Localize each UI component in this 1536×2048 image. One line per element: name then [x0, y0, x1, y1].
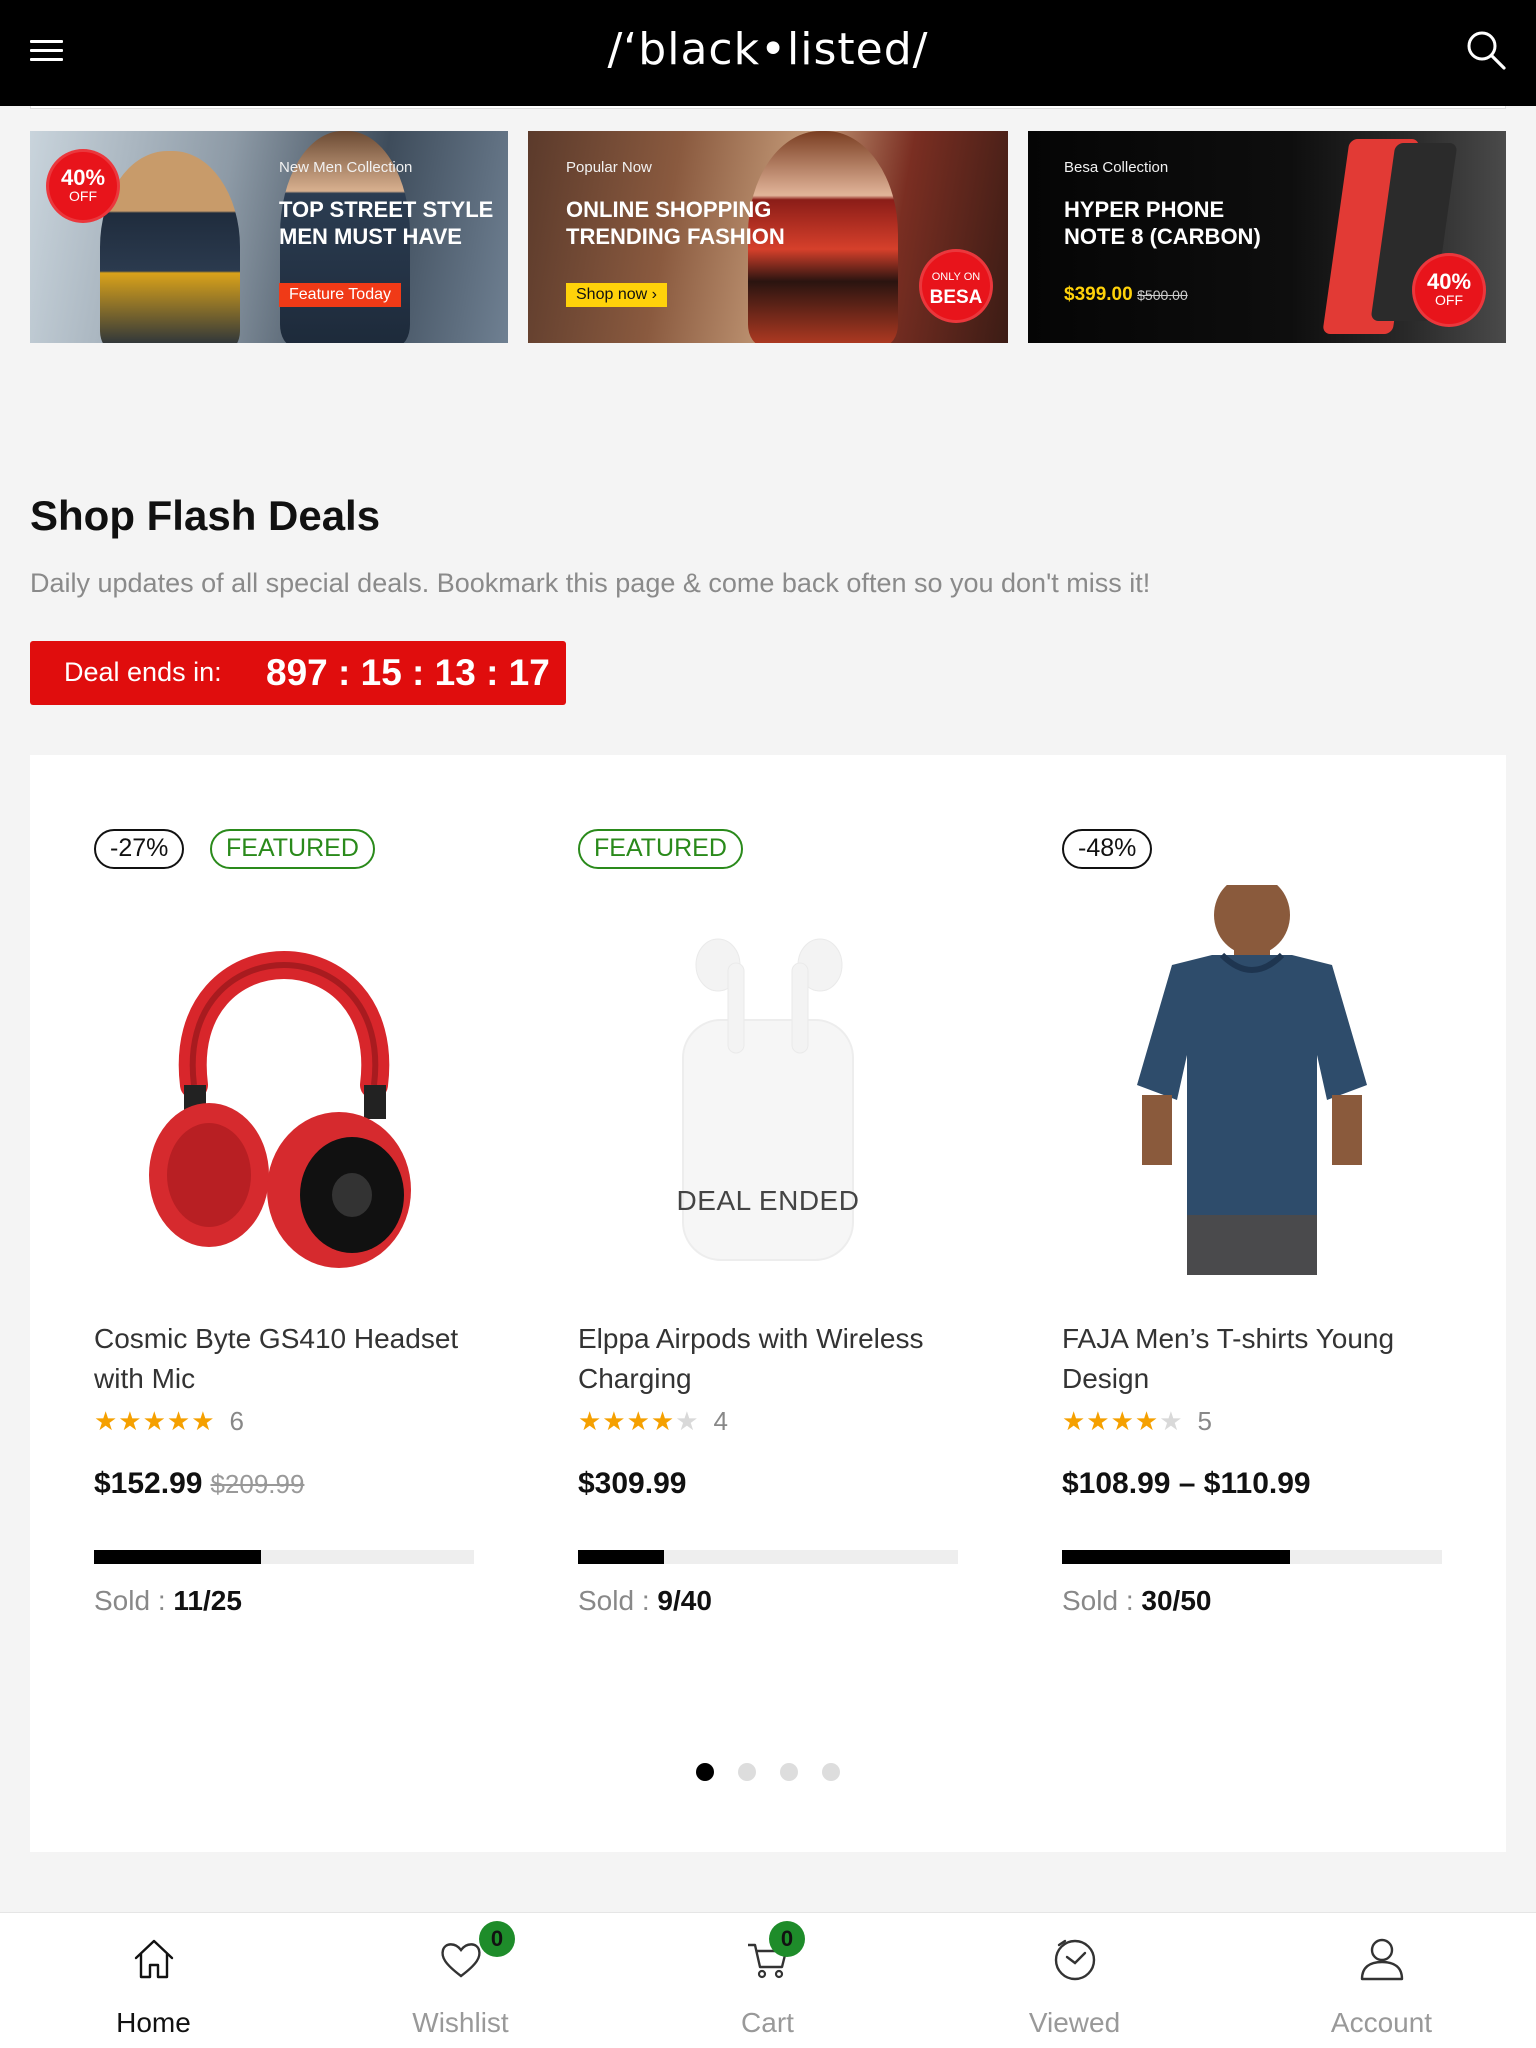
carousel-pagination [30, 1763, 1506, 1786]
banner-pretitle: Popular Now [566, 159, 652, 176]
banner-trending-fashion[interactable]: Popular Now ONLINE SHOPPING TRENDING FAS… [528, 131, 1008, 343]
nav-label: Home [116, 2007, 191, 2038]
nav-home[interactable]: Home [0, 1913, 307, 2048]
review-count: 6 [229, 1406, 245, 1436]
rating-stars: ★★★★★ 6 [94, 1406, 244, 1437]
banner-men-collection[interactable]: 40% OFF New Men Collection TOP STREET STY… [30, 131, 508, 343]
discount-badge: -48% [1062, 829, 1153, 869]
discount-circle: 40% OFF [1412, 253, 1486, 327]
banner-pretitle: New Men Collection [279, 159, 413, 176]
home-icon [126, 1931, 182, 1987]
cart-count-badge: 0 [769, 1921, 805, 1957]
section-title: Shop Flash Deals [30, 492, 381, 539]
sold-progress-bar [1062, 1550, 1442, 1564]
deal-ended-overlay: DEAL ENDED [676, 1185, 860, 1216]
sold-progress-fill [94, 1550, 262, 1564]
review-count: 4 [713, 1406, 729, 1436]
banner-price: $399.00 $500.00 [1064, 284, 1188, 305]
banner-heading-line1: ONLINE SHOPPING [566, 197, 772, 222]
site-logo[interactable]: /‘black•listed/ [0, 24, 1536, 75]
star-icon: ★★★★ [578, 1406, 676, 1436]
product-price: $152.99 $209.99 [94, 1467, 305, 1500]
banner-pretitle: Besa Collection [1064, 159, 1169, 176]
review-count: 5 [1197, 1406, 1213, 1436]
flash-deals-carousel: -27% FEATURED Cosmic Byte GS410 Headset … [30, 755, 1506, 1852]
discount-circle: 40% OFF [46, 149, 120, 223]
product-price: $309.99 [578, 1467, 687, 1500]
user-icon [1354, 1931, 1410, 1987]
sold-count: Sold : 30/50 [1062, 1585, 1212, 1616]
product-card[interactable]: -48% FAJA Men’s T-shirts Young Design ★★… [1062, 755, 1442, 1655]
product-name[interactable]: Cosmic Byte GS410 Headset with Mic [94, 1319, 474, 1399]
sold-count: Sold : 11/25 [94, 1585, 242, 1616]
top-bar: /‘black•listed/ [0, 0, 1536, 106]
rating-stars: ★★★★★ 4 [578, 1406, 729, 1436]
nav-label: Account [1330, 2007, 1433, 2038]
product-card[interactable]: -27% FEATURED Cosmic Byte GS410 Headset … [94, 755, 474, 1655]
discount-badge: -27% [94, 829, 185, 869]
product-name[interactable]: FAJA Men’s T-shirts Young Design [1062, 1319, 1442, 1399]
nav-wishlist[interactable]: 0 Wishlist [307, 1913, 614, 2048]
only-on-besa-badge: ONLY ON BESA [919, 249, 993, 323]
header-divider [30, 106, 1506, 109]
product-image-tshirt[interactable] [1062, 875, 1442, 1275]
sold-progress-bar [578, 1550, 958, 1564]
deal-countdown: Deal ends in: 897 : 15 : 13 : 17 [30, 641, 566, 705]
product-price: $108.99 – $110.99 [1062, 1467, 1311, 1500]
star-icon: ★★★★★ [94, 1406, 216, 1436]
banner-heading-line1: TOP STREET STYLE [279, 197, 494, 222]
banner-model-image [100, 151, 240, 343]
nav-label: Wishlist [412, 2007, 509, 2038]
product-image-headset[interactable] [94, 885, 474, 1275]
feature-today-button[interactable]: Feature Today [279, 283, 401, 307]
section-subtitle: Daily updates of all special deals. Book… [30, 568, 1151, 598]
featured-badge: FEATURED [210, 829, 375, 869]
banner-heading-line2: TRENDING FASHION [566, 224, 785, 249]
sold-progress-bar [94, 1550, 474, 1564]
pagination-dot[interactable] [822, 1763, 840, 1781]
rating-stars: ★★★★★ 5 [1062, 1406, 1213, 1436]
search-icon[interactable] [1464, 28, 1508, 72]
nav-viewed[interactable]: Viewed [921, 1913, 1228, 2048]
banner-heading-line2: MEN MUST HAVE [279, 224, 462, 249]
product-card[interactable]: FEATURED DEAL ENDED Elppa Airpods with W… [578, 755, 958, 1655]
shop-now-button[interactable]: Shop now › [566, 283, 667, 307]
sold-progress-fill [578, 1550, 664, 1564]
pagination-dot[interactable] [780, 1763, 798, 1781]
nav-label: Cart [741, 2007, 794, 2038]
nav-cart[interactable]: 0 Cart [614, 1913, 921, 2048]
pagination-dot[interactable] [696, 1763, 714, 1781]
countdown-timer: 897 : 15 : 13 : 17 [266, 652, 550, 693]
old-price: $209.99 [210, 1469, 305, 1499]
featured-badge: FEATURED [578, 829, 743, 869]
pagination-dot[interactable] [738, 1763, 756, 1781]
bottom-navigation: Home 0 Wishlist 0 Cart Viewed Account [0, 1912, 1536, 2048]
nav-label: Viewed [1028, 2007, 1121, 2038]
banner-hyper-phone[interactable]: Besa Collection HYPER PHONE NOTE 8 (CARB… [1028, 131, 1506, 343]
product-name[interactable]: Elppa Airpods with Wireless Charging [578, 1319, 958, 1399]
nav-account[interactable]: Account [1228, 1913, 1535, 2048]
countdown-label: Deal ends in: [64, 657, 222, 687]
banner-heading-line1: HYPER PHONE [1064, 197, 1225, 222]
star-icon: ★★★★ [1062, 1406, 1160, 1436]
product-image-airpods[interactable]: DEAL ENDED [578, 885, 958, 1275]
sold-progress-fill [1062, 1550, 1290, 1564]
wishlist-count-badge: 0 [479, 1921, 515, 1957]
clock-history-icon [1047, 1931, 1103, 1987]
banner-heading-line2: NOTE 8 (CARBON) [1064, 224, 1261, 249]
sold-count: Sold : 9/40 [578, 1585, 712, 1616]
